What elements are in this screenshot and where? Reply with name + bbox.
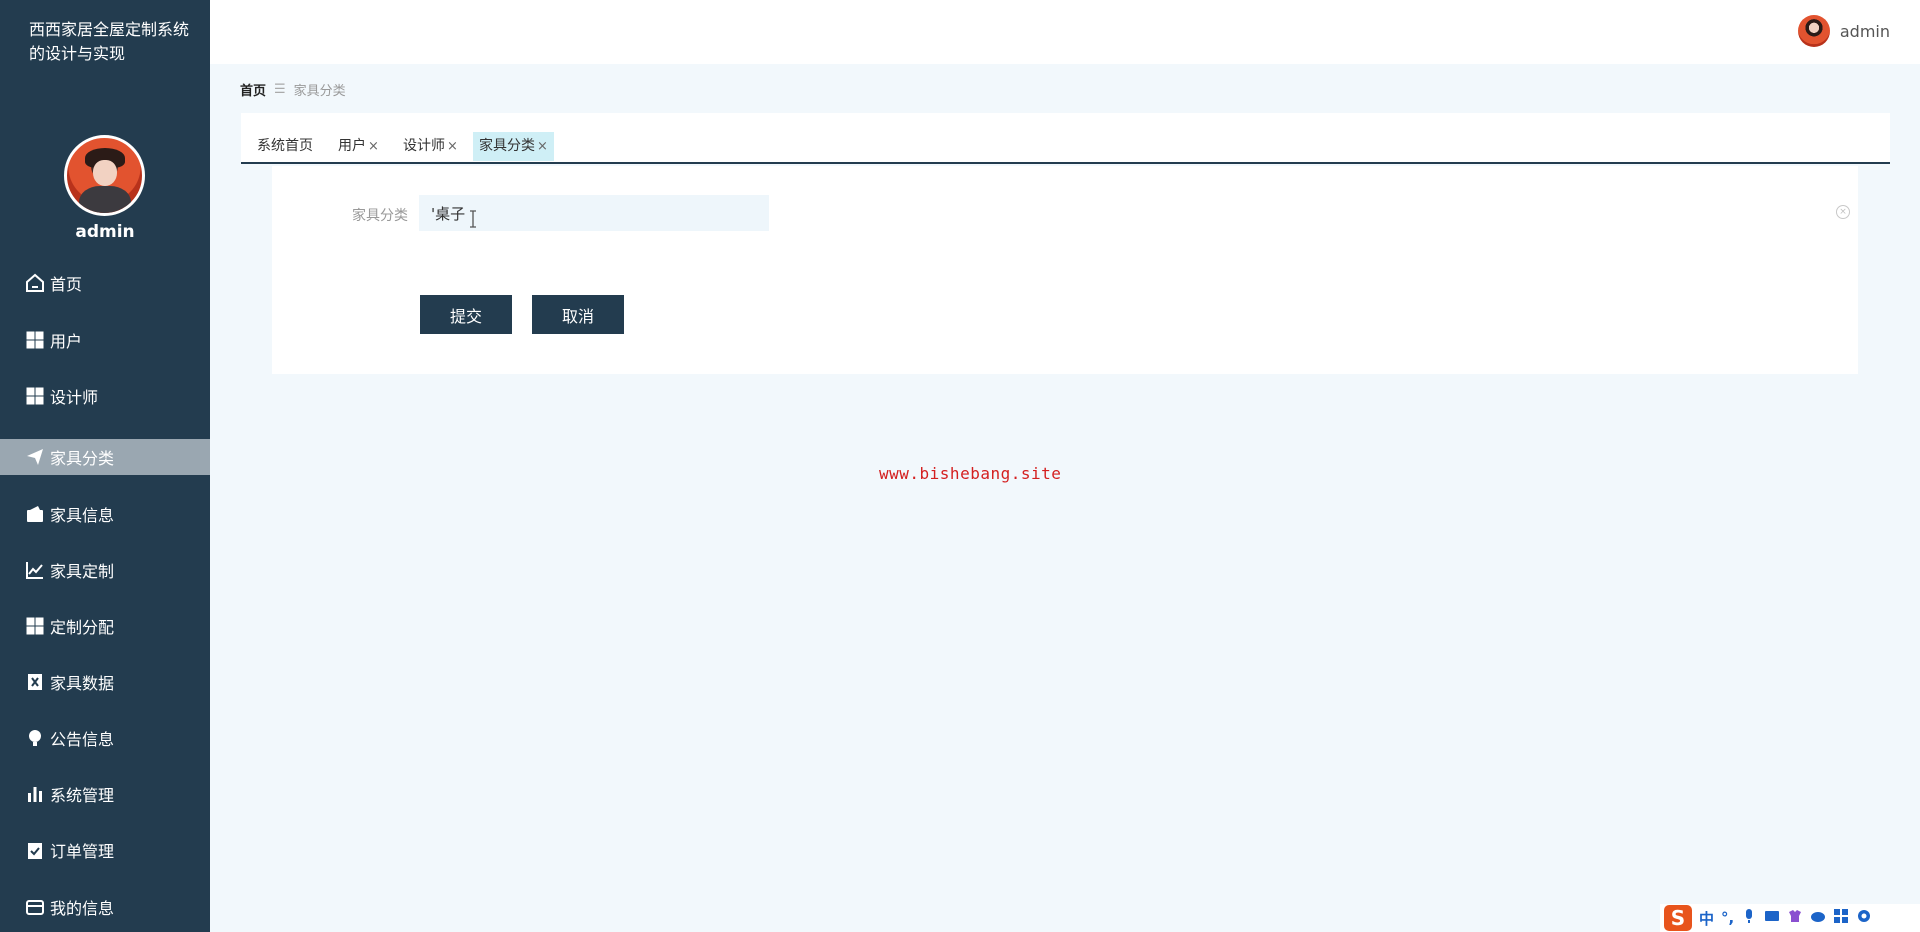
ime-mode-toggle[interactable]: 中	[1699, 908, 1714, 929]
sidebar-item-label: 订单管理	[50, 842, 115, 861]
sidebar-item-label: 首页	[50, 275, 83, 294]
sidebar-item-label: 设计师	[50, 388, 99, 407]
sidebar-item-users[interactable]: 用户	[0, 322, 210, 358]
sidebar-username: admin	[75, 222, 135, 242]
tab-system-home[interactable]: 系统首页	[251, 132, 319, 161]
ime-toolbar: S 中 °,	[1660, 904, 1920, 932]
breadcrumb: 首页 ☰ 家具分类	[240, 80, 346, 99]
user-menu[interactable]: admin	[1797, 15, 1890, 47]
line-chart-icon	[24, 559, 46, 581]
tab-label: 家具分类	[479, 138, 535, 154]
wallet-icon	[24, 503, 46, 525]
avatar[interactable]	[64, 135, 145, 216]
skin-icon[interactable]	[1787, 908, 1803, 928]
sidebar-item-home[interactable]: 首页	[0, 265, 210, 301]
sidebar-item-orders[interactable]: 订单管理	[0, 832, 210, 868]
tab-bar: 系统首页 用户 × 设计师 × 家具分类 ×	[241, 113, 1890, 164]
sidebar-item-label: 定制分配	[50, 618, 115, 637]
tab-label: 设计师	[403, 138, 445, 154]
apps-icon[interactable]	[1833, 908, 1849, 928]
sidebar: 西西家居全屋定制系统的设计与实现 admin 首页 用户 设计师 家具分类 家具…	[0, 0, 210, 932]
sidebar-item-label: 我的信息	[50, 899, 115, 918]
close-icon[interactable]: ×	[447, 139, 458, 154]
sidebar-item-label: 家具信息	[50, 506, 115, 525]
sidebar-item-furniture-custom[interactable]: 家具定制	[0, 552, 210, 588]
bulb-icon	[24, 727, 46, 749]
submit-button[interactable]: 提交	[420, 295, 512, 334]
ime-punctuation-toggle[interactable]: °,	[1721, 909, 1734, 927]
keyboard-icon[interactable]	[1764, 908, 1780, 928]
breadcrumb-home[interactable]: 首页	[240, 80, 266, 99]
tab-users[interactable]: 用户 ×	[332, 132, 385, 161]
breadcrumb-current: 家具分类	[293, 84, 346, 99]
card-icon	[24, 896, 46, 918]
grid-icon	[24, 385, 46, 407]
sogou-logo-icon[interactable]: S	[1664, 905, 1692, 931]
sidebar-item-label: 家具数据	[50, 674, 115, 693]
watermark-text: www.bishebang.site	[879, 464, 1062, 483]
close-icon[interactable]: ×	[537, 139, 548, 154]
grid-icon	[24, 615, 46, 637]
category-field-label: 家具分类	[352, 208, 408, 224]
sidebar-item-designers[interactable]: 设计师	[0, 378, 210, 414]
sidebar-item-label: 系统管理	[50, 786, 115, 805]
text-cursor-icon	[470, 210, 476, 228]
sidebar-item-label: 公告信息	[50, 730, 115, 749]
settings-icon[interactable]	[1856, 908, 1872, 928]
close-icon[interactable]: ×	[368, 139, 379, 154]
breadcrumb-separator-icon: ☰	[274, 82, 286, 97]
tab-label: 用户	[338, 138, 366, 154]
clear-icon[interactable]: ×	[1836, 205, 1850, 219]
cloud-icon[interactable]	[1810, 908, 1826, 928]
header-username[interactable]: admin	[1840, 22, 1890, 41]
clipboard-check-icon	[24, 839, 46, 861]
sidebar-item-my-info[interactable]: 我的信息	[0, 889, 210, 925]
home-icon	[24, 272, 46, 294]
sidebar-item-label: 用户	[50, 332, 83, 351]
avatar[interactable]	[1797, 15, 1830, 47]
tab-designers[interactable]: 设计师 ×	[397, 132, 464, 161]
paper-plane-icon	[24, 446, 46, 468]
sidebar-item-furniture-category[interactable]: 家具分类	[0, 439, 210, 475]
bar-chart-icon	[24, 783, 46, 805]
tab-label: 系统首页	[257, 138, 313, 154]
sidebar-item-label: 家具定制	[50, 562, 115, 581]
sidebar-item-custom-assign[interactable]: 定制分配	[0, 608, 210, 644]
sidebar-item-label: 家具分类	[50, 449, 115, 468]
sidebar-item-furniture-info[interactable]: 家具信息	[0, 496, 210, 532]
microphone-icon[interactable]	[1741, 908, 1757, 928]
top-header: admin	[210, 0, 1920, 64]
sidebar-item-system[interactable]: 系统管理	[0, 776, 210, 812]
tab-furniture-category[interactable]: 家具分类 ×	[473, 132, 554, 161]
sidebar-item-announcements[interactable]: 公告信息	[0, 720, 210, 756]
excel-icon	[24, 671, 46, 693]
app-title: 西西家居全屋定制系统的设计与实现	[29, 20, 190, 63]
grid-icon	[24, 329, 46, 351]
sidebar-item-furniture-data[interactable]: 家具数据	[0, 664, 210, 700]
cancel-button[interactable]: 取消	[532, 295, 624, 334]
